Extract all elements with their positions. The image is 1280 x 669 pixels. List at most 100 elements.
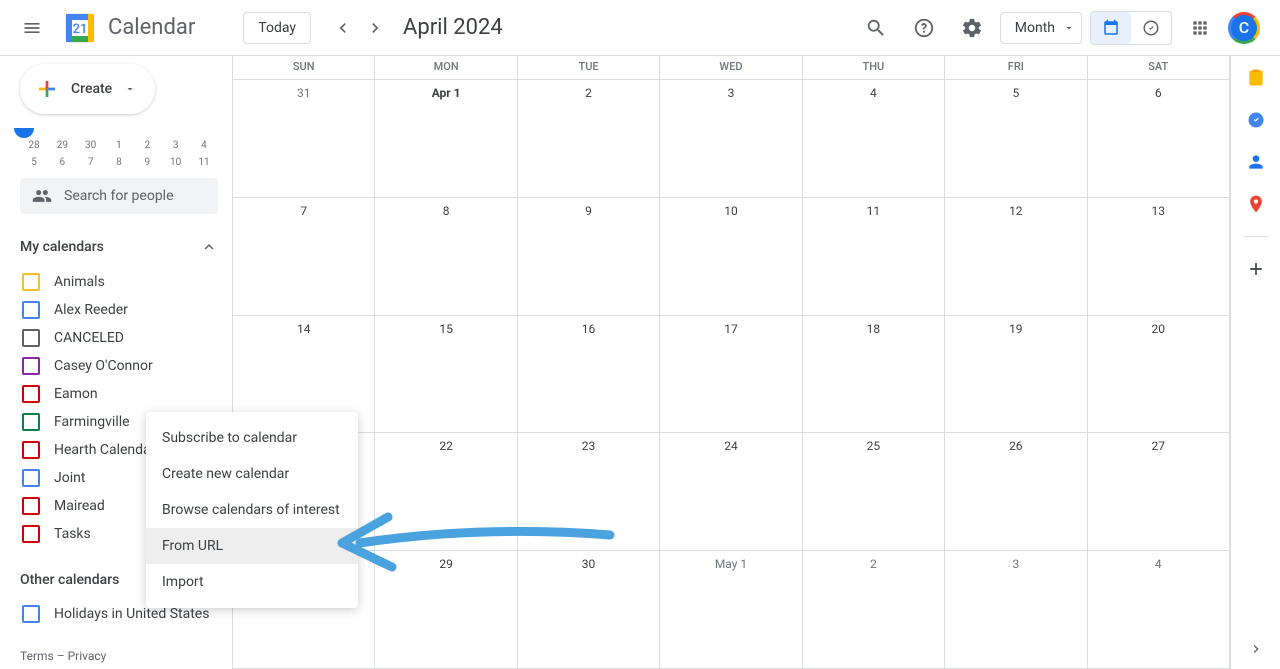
day-header: TUE	[518, 56, 660, 79]
help-button[interactable]	[904, 8, 944, 48]
day-cell[interactable]: 31	[233, 80, 375, 197]
view-selector[interactable]: Month	[1000, 12, 1082, 44]
day-header: FRI	[945, 56, 1087, 79]
apps-grid-icon	[1190, 18, 1210, 38]
day-header: SUN	[233, 56, 375, 79]
tasks-view-toggle[interactable]	[1131, 12, 1171, 44]
day-cell[interactable]: 25	[803, 433, 945, 550]
day-cell[interactable]: 10	[660, 198, 802, 315]
google-apps-button[interactable]	[1180, 8, 1220, 48]
day-cell[interactable]: 5	[945, 80, 1087, 197]
day-cell[interactable]: 20	[1088, 316, 1230, 433]
collapse-panel-button[interactable]	[1248, 641, 1264, 657]
calendar-view-toggle[interactable]	[1091, 12, 1131, 44]
calendar-checkbox[interactable]	[22, 605, 40, 623]
add-panel-button[interactable]	[1246, 259, 1266, 279]
calendar-list-item[interactable]: CANCELED	[20, 324, 218, 352]
calendar-checkbox[interactable]	[22, 469, 40, 487]
plus-icon	[35, 77, 59, 101]
day-cell[interactable]: 8	[375, 198, 517, 315]
day-cell[interactable]: 6	[1088, 80, 1230, 197]
day-cell[interactable]: 13	[1088, 198, 1230, 315]
search-icon	[865, 17, 887, 39]
day-cell[interactable]: May 1	[660, 551, 802, 668]
mini-calendar-row[interactable]: 567891011	[20, 157, 218, 168]
day-cell[interactable]: 2	[518, 80, 660, 197]
day-cell[interactable]: 9	[518, 198, 660, 315]
day-cell[interactable]: 16	[518, 316, 660, 433]
day-cell[interactable]: 17	[660, 316, 802, 433]
day-cell[interactable]: 3	[945, 551, 1087, 668]
create-button[interactable]: Create	[20, 64, 155, 114]
calendar-checkbox[interactable]	[22, 413, 40, 431]
tasks-icon	[1246, 110, 1266, 130]
day-cell[interactable]: 26	[945, 433, 1087, 550]
prev-month-button[interactable]	[327, 12, 359, 44]
gear-icon	[961, 17, 983, 39]
menu-item-create-new-calendar[interactable]: Create new calendar	[146, 456, 358, 492]
menu-item-from-url[interactable]: From URL	[146, 528, 358, 564]
calendar-checkbox[interactable]	[22, 441, 40, 459]
calendar-label: Alex Reeder	[54, 302, 128, 318]
day-header: SAT	[1088, 56, 1230, 79]
day-cell[interactable]: 12	[945, 198, 1087, 315]
day-cell[interactable]: 18	[803, 316, 945, 433]
next-month-button[interactable]	[359, 12, 391, 44]
calendar-checkbox[interactable]	[22, 385, 40, 403]
calendar-logo-icon: 21	[60, 8, 100, 48]
search-button[interactable]	[856, 8, 896, 48]
day-cell[interactable]: 27	[1088, 433, 1230, 550]
mini-cal-partial-icon	[14, 128, 34, 138]
my-calendars-toggle[interactable]: My calendars	[20, 232, 218, 262]
calendar-list-item[interactable]: Casey O'Connor	[20, 352, 218, 380]
day-cell[interactable]: Apr 1	[375, 80, 517, 197]
day-cell[interactable]: 4	[1088, 551, 1230, 668]
privacy-link[interactable]: Privacy	[68, 649, 107, 663]
chevron-up-icon	[200, 238, 218, 256]
maps-panel-button[interactable]	[1246, 194, 1266, 214]
day-cell[interactable]: 19	[945, 316, 1087, 433]
mini-calendar-row[interactable]: 2829301234	[20, 140, 218, 151]
day-cell[interactable]: 22	[375, 433, 517, 550]
chevron-right-icon	[1248, 641, 1264, 657]
calendar-checkbox[interactable]	[22, 357, 40, 375]
dropdown-arrow-icon	[1063, 22, 1075, 34]
contacts-panel-button[interactable]	[1246, 152, 1266, 172]
account-avatar[interactable]: C	[1228, 12, 1260, 44]
terms-link[interactable]: Terms	[20, 649, 54, 663]
menu-item-import[interactable]: Import	[146, 564, 358, 600]
calendar-label: Holidays in United States	[54, 606, 209, 622]
tasks-panel-button[interactable]	[1246, 110, 1266, 130]
keep-panel-button[interactable]	[1246, 68, 1266, 88]
calendar-label: Casey O'Connor	[54, 358, 153, 374]
calendar-list-item[interactable]: Alex Reeder	[20, 296, 218, 324]
calendar-checkbox[interactable]	[22, 497, 40, 515]
today-button[interactable]: Today	[243, 12, 311, 44]
day-cell[interactable]: 29	[375, 551, 517, 668]
calendar-checkbox[interactable]	[22, 329, 40, 347]
calendar-label: Joint	[54, 470, 85, 486]
day-cell[interactable]: 3	[660, 80, 802, 197]
day-cell[interactable]: 15	[375, 316, 517, 433]
calendar-checkbox[interactable]	[22, 273, 40, 291]
svg-text:21: 21	[73, 22, 88, 37]
day-cell[interactable]: 24	[660, 433, 802, 550]
search-people-input[interactable]: Search for people	[20, 178, 218, 214]
menu-item-subscribe-to-calendar[interactable]: Subscribe to calendar	[146, 420, 358, 456]
main-menu-button[interactable]	[8, 4, 56, 52]
day-cell[interactable]: 23	[518, 433, 660, 550]
calendar-list-item[interactable]: Eamon	[20, 380, 218, 408]
day-cell[interactable]: 11	[803, 198, 945, 315]
settings-button[interactable]	[952, 8, 992, 48]
dropdown-arrow-icon	[124, 83, 136, 95]
calendar-checkbox[interactable]	[22, 525, 40, 543]
app-logo[interactable]: 21 Calendar	[60, 8, 195, 48]
calendar-list-item[interactable]: Animals	[20, 268, 218, 296]
day-cell[interactable]: 7	[233, 198, 375, 315]
day-cell[interactable]: 4	[803, 80, 945, 197]
app-title: Calendar	[108, 15, 195, 40]
day-cell[interactable]: 30	[518, 551, 660, 668]
calendar-checkbox[interactable]	[22, 301, 40, 319]
day-cell[interactable]: 2	[803, 551, 945, 668]
menu-item-browse-calendars-of-interest[interactable]: Browse calendars of interest	[146, 492, 358, 528]
